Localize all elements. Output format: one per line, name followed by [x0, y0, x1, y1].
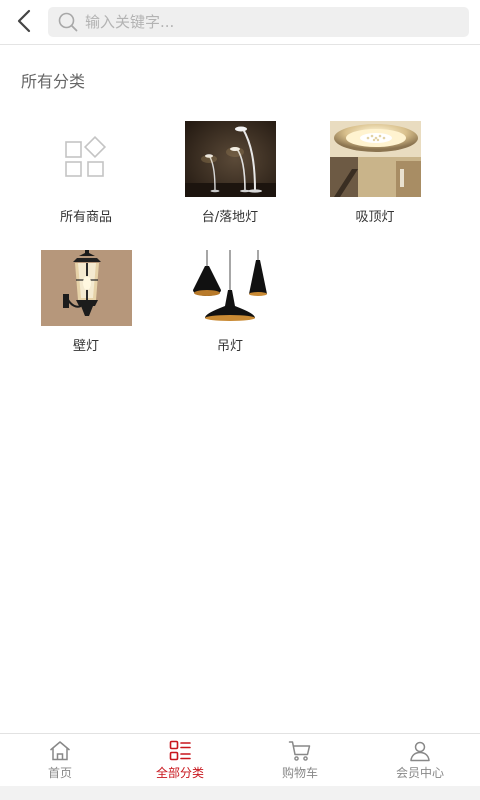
category-label: 吸顶灯 [355, 210, 395, 225]
app-root: 输入关键字... 所有分类 所有商品 台/落地灯 吸顶灯 壁灯 吊灯 首页 全部… [0, 0, 480, 800]
category-label: 壁灯 [72, 339, 99, 354]
bottom-navigation: 首页 全部分类 购物车 会员中心 [0, 733, 480, 786]
category-thumbnail [185, 250, 276, 326]
nav-home[interactable]: 首页 [0, 734, 120, 786]
category-thumbnail [330, 121, 421, 197]
category-label: 所有商品 [59, 210, 112, 225]
cart-icon [288, 741, 311, 761]
category-thumbnail [41, 121, 132, 197]
wall-lamp-photo [41, 250, 132, 326]
category-list-icon [169, 740, 191, 761]
user-icon [410, 741, 430, 762]
floor-lamp-photo [185, 121, 276, 197]
search-placeholder: 输入关键字... [85, 13, 175, 31]
nav-cart[interactable]: 购物车 [240, 734, 360, 786]
section-title: 所有分类 [21, 72, 86, 91]
category-label: 台/落地灯 [201, 210, 259, 225]
ceiling-lamp-photo [330, 121, 421, 197]
grid-shapes-icon [65, 135, 107, 177]
search-input[interactable]: 输入关键字... [48, 7, 469, 37]
category-label: 吊灯 [216, 339, 243, 354]
chevron-left-icon [17, 9, 31, 33]
home-icon [50, 741, 70, 761]
system-bar-strip [0, 786, 480, 800]
nav-label: 会员中心 [395, 766, 444, 780]
nav-label: 全部分类 [155, 766, 204, 780]
back-button[interactable] [10, 6, 40, 36]
top-bar: 输入关键字... [0, 0, 480, 45]
nav-member-center[interactable]: 会员中心 [360, 734, 480, 786]
category-thumbnail [185, 121, 276, 197]
pendant-lamp-photo [185, 250, 276, 326]
nav-label: 购物车 [281, 766, 318, 780]
nav-label: 首页 [47, 766, 72, 780]
category-thumbnail [41, 250, 132, 326]
search-icon [58, 12, 78, 32]
nav-all-categories[interactable]: 全部分类 [120, 734, 240, 786]
